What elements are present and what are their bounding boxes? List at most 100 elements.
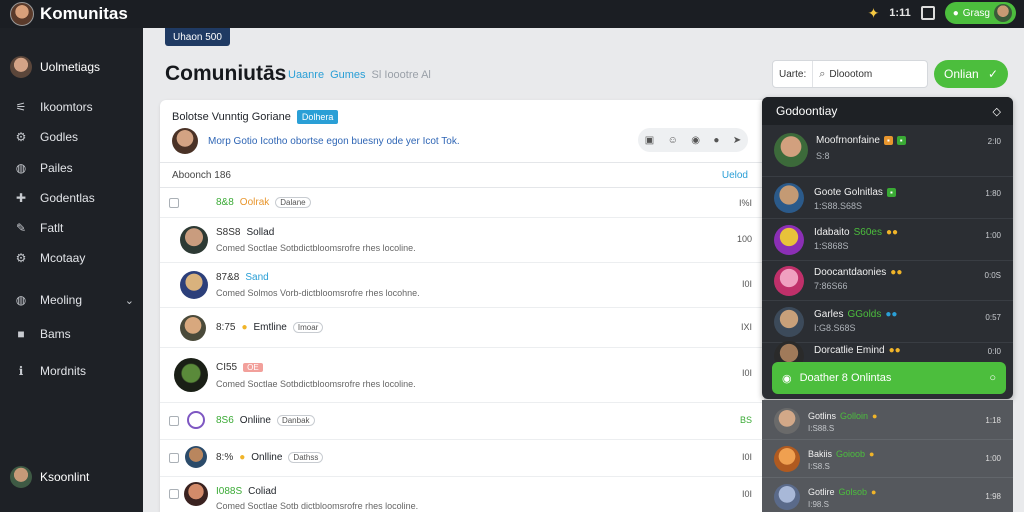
row-title: 87&8 Sand [216, 272, 269, 283]
table-row[interactable]: 8S6 Onliine Danbak BS [160, 403, 764, 440]
community-panel: Godoontiay ◇ Moofrnonfaine ▪ ▪ S:8 2:I0 … [762, 97, 1013, 399]
avatar [10, 466, 32, 488]
diamond-icon[interactable]: ◇ [993, 105, 1001, 118]
sidebar-item-label: Mcotaay [40, 251, 86, 265]
table-row[interactable]: I088S Coliad Comed Soctlae Sotb dictbloo… [160, 477, 764, 512]
row-number: 8:% [216, 452, 234, 463]
compose-input[interactable]: Morp Gotio Icotho obortse egon buesny od… [208, 136, 460, 147]
row-count: 100 [736, 234, 752, 244]
card-badge[interactable]: Dolhera [296, 110, 339, 124]
gear-icon: ⚙ [15, 130, 27, 144]
list-header-action[interactable]: Uelod [722, 170, 748, 181]
badge-icon: ▪ [883, 136, 893, 145]
avatar [187, 411, 205, 429]
avatar [180, 271, 208, 299]
emoji-icon[interactable]: ☺ [668, 135, 678, 146]
row-name[interactable]: Onliine [240, 415, 271, 426]
row-name[interactable]: Sand [245, 272, 268, 283]
row-name[interactable]: Sollad [246, 227, 274, 238]
panel-header: Godoontiay ◇ [762, 97, 1013, 125]
avatar [185, 446, 207, 468]
sidebar-item-6[interactable]: ⚙ Mcotaay [14, 251, 134, 265]
list-item[interactable]: Doocantdaonies ●● 7:86S66 0:0S [762, 261, 1013, 301]
brand-avatar [10, 2, 34, 26]
row-checkbox[interactable] [169, 489, 179, 499]
subtitle-link-1[interactable]: Uaanre [288, 69, 324, 81]
user-sub: I:S88.S [808, 424, 835, 433]
send-icon[interactable]: ➤ [733, 135, 741, 146]
sidebar-item-4[interactable]: ✚ Godentlas [14, 191, 134, 205]
list-item[interactable]: Gotlire Golsob ● I:98.S 1:98 [762, 478, 1013, 512]
user-status: Goioob [836, 449, 866, 459]
sidebar-bottom-user[interactable]: Ksoonlint [10, 466, 89, 488]
sort-search-box[interactable]: Uarte: ⌕ Dloootom [772, 60, 928, 88]
avatar [180, 226, 208, 254]
list-item[interactable]: Bakiis Goioob ● I:S8.S 1:00 [762, 440, 1013, 478]
puzzle-icon[interactable]: ✦ [868, 5, 880, 22]
sidebar-item-9[interactable]: ℹ Mordnits [14, 364, 134, 378]
table-row[interactable]: 8:75 ● Emtline Imoar IXI [160, 308, 764, 348]
list-item[interactable]: Idabaito S60es ●● 1:S868S 1:00 [762, 219, 1013, 261]
sidebar-item-8[interactable]: ■ Bams [14, 327, 134, 341]
image-icon[interactable]: ▣ [645, 135, 654, 146]
status-icon: ● [952, 7, 959, 19]
row-count: I0I [741, 452, 752, 462]
sidebar-item-5[interactable]: ✎ Fatlt [14, 221, 134, 235]
row-name[interactable]: Emtline [254, 322, 287, 333]
row-name[interactable]: Coliad [248, 486, 276, 497]
avatar [774, 225, 804, 255]
row-tag: Imoar [292, 322, 324, 333]
table-row[interactable]: 87&8 Sand Comed Solmos Vorb-dictbloomsro… [160, 263, 764, 308]
user-status-label: Grasg [962, 7, 990, 19]
row-number: S8S8 [216, 227, 241, 238]
coin-icon: ● [872, 411, 878, 421]
coin-icon: ●● [885, 227, 899, 238]
sidebar-item-3[interactable]: ◍ Pailes [14, 161, 134, 175]
row-red-tag: OE [243, 363, 263, 372]
brand[interactable]: Komunitas [10, 2, 128, 26]
sidebar-item-2[interactable]: ⚙ Godles [14, 130, 134, 144]
table-row[interactable]: 8&8 Oolrak Dalane I%I [160, 188, 764, 218]
table-row[interactable]: S8S8 Sollad Comed Soctlae Sotbdictblooms… [160, 218, 764, 263]
sort-label: Uarte: [773, 61, 814, 87]
sidebar-item-7[interactable]: ◍ Meoling ⌄ [14, 293, 134, 307]
user-sub: 7:86S66 [814, 281, 848, 291]
gif-icon[interactable]: ◉ [691, 135, 700, 146]
table-row[interactable]: CI55 OE Comed Soctlae Sotbdictbloomsrofr… [160, 348, 764, 403]
user-avatar[interactable] [994, 4, 1012, 22]
user-name-text: Moofrnonfaine [816, 135, 880, 146]
row-checkbox[interactable] [169, 198, 179, 208]
subtitle-link-2[interactable]: Gumes [330, 69, 365, 81]
list-item[interactable]: Goote Golnitlas ▪ 1:S88.S68S 1:80 [762, 177, 1013, 219]
comment-icon[interactable]: ● [713, 135, 719, 146]
user-name-text: Bakiis [808, 449, 833, 459]
user-status-pill[interactable]: ● Grasg [944, 2, 1016, 24]
breadcrumb[interactable]: Uhaon 500 [165, 28, 230, 46]
list-item[interactable]: Moofrnonfaine ▪ ▪ S:8 2:I0 [762, 125, 1013, 177]
notification-count: 1:11 [889, 7, 911, 19]
user-name: Dorcatlie Emind ●● [814, 345, 901, 356]
coin-icon: ● [869, 449, 875, 459]
avatar [774, 266, 804, 296]
online-button[interactable]: Onlian ✓ [934, 60, 1008, 88]
user-count: 1:00 [985, 231, 1001, 240]
table-row[interactable]: 8:% ● Onlline Dathss I0I [160, 440, 764, 477]
row-name[interactable]: Onlline [251, 452, 282, 463]
row-number: 8:75 [216, 322, 236, 333]
coin-icon: ●● [890, 267, 903, 278]
user-name: Moofrnonfaine ▪ ▪ [816, 135, 906, 146]
list-item[interactable]: Garles GGolds ●● I:G8.S68S 0:57 [762, 301, 1013, 343]
user-name-text: Gotlire [808, 487, 835, 497]
sidebar-item-1[interactable]: ⚟ Ikoomtors [14, 100, 134, 114]
row-checkbox[interactable] [169, 416, 179, 426]
row-checkbox[interactable] [169, 453, 179, 463]
subtitle: Uaanre Gumes Sl Ioootre Al [288, 69, 431, 81]
chevron-down-icon[interactable]: ⌄ [125, 294, 134, 307]
sidebar-user[interactable]: Uolmetiags [10, 56, 100, 78]
online-count-button[interactable]: ◉ Doather 8 Onlintas ○ [772, 362, 1006, 394]
row-name[interactable]: Oolrak [240, 197, 269, 208]
window-icon[interactable] [920, 6, 935, 20]
row-count: I0I [741, 279, 752, 289]
list-item[interactable]: Gotlins Golloin ● I:S88.S 1:18 [762, 402, 1013, 440]
user-sub: I:G8.S68S [814, 323, 856, 333]
